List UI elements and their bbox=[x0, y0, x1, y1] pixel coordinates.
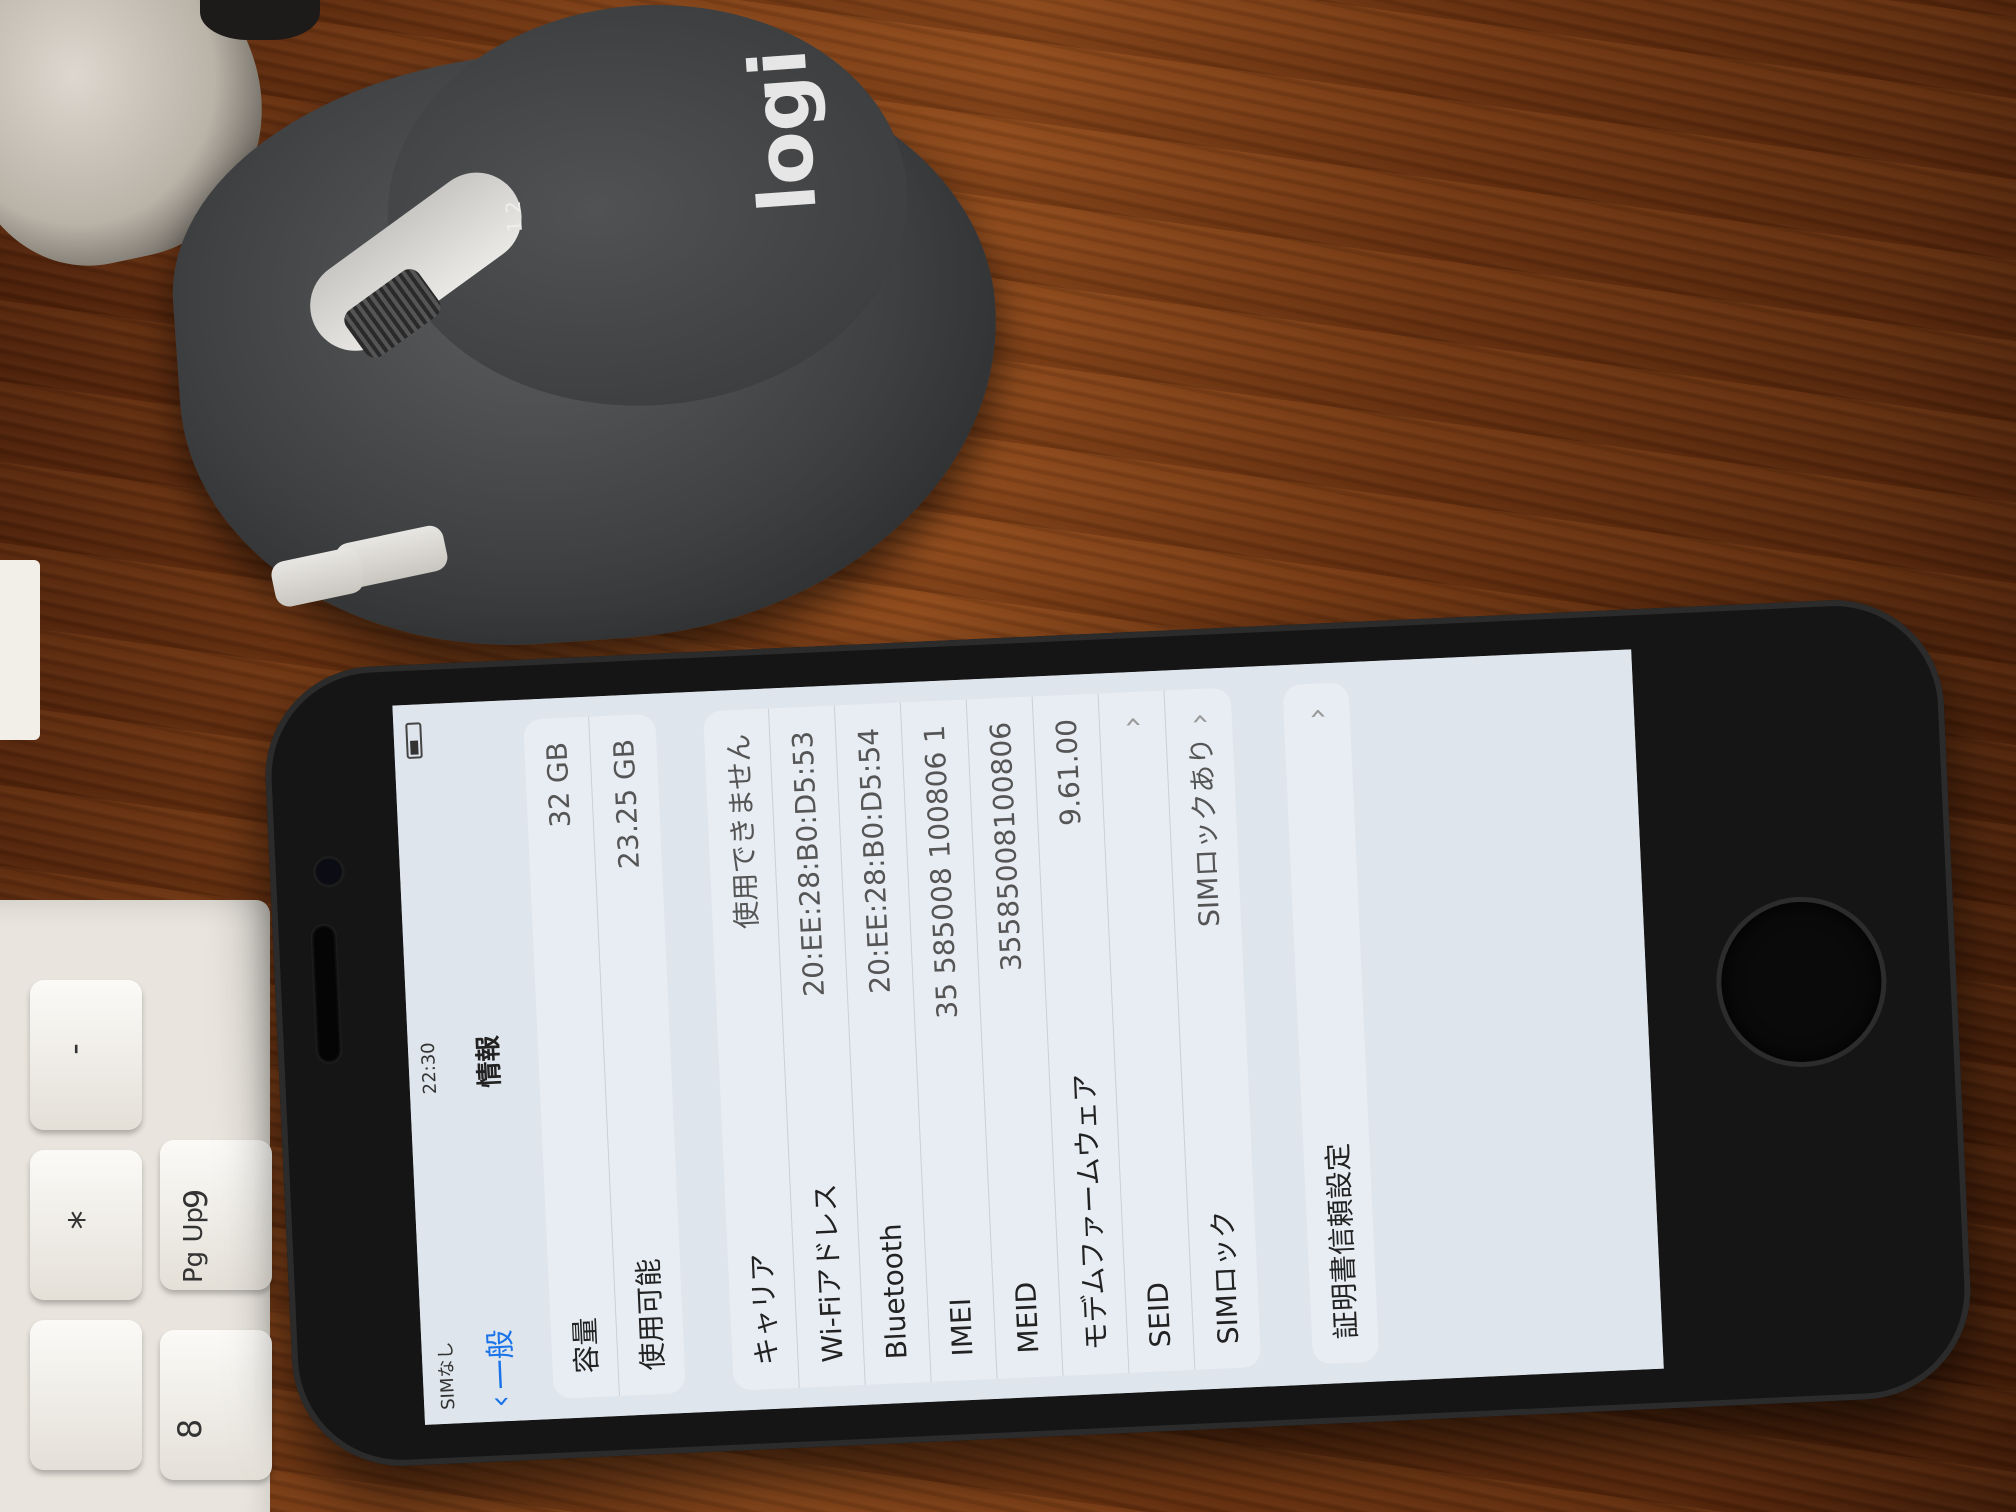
network-group: キャリア 使用できません Wi-Fiアドレス 20:EE:28:B0:D5:53… bbox=[702, 687, 1262, 1391]
row-value: 20:EE:28:B0:D5:54 bbox=[851, 727, 897, 995]
row-label: 証明書信頼設定 bbox=[1321, 1142, 1364, 1340]
chevron-right-icon: › bbox=[1298, 706, 1335, 721]
key-pgup: 9 Pg Up bbox=[160, 1140, 272, 1290]
key-label: * bbox=[61, 1210, 106, 1230]
row-value: SIMロックあり bbox=[1184, 736, 1227, 928]
front-camera bbox=[315, 858, 343, 886]
row-label: Wi-Fiアドレス bbox=[808, 1182, 850, 1364]
key-blank bbox=[30, 1320, 142, 1470]
chevron-right-icon: › bbox=[1181, 712, 1217, 726]
row-value: 35 585008 100806 1 bbox=[917, 724, 965, 1020]
phone-screen: SIMなし 22:30 ‹ 一般 情報 容量 32 GB 使用可能 23.25 bbox=[392, 649, 1664, 1425]
easy-switch-label: 1 2 bbox=[500, 200, 527, 234]
key-8: 8 bbox=[160, 1330, 272, 1480]
chevron-right-icon: › bbox=[1114, 715, 1151, 729]
row-value: 使用できません bbox=[721, 733, 764, 930]
row-value: 23.25 GB bbox=[606, 738, 646, 870]
key-label: - bbox=[54, 1043, 93, 1055]
key-label: 8 bbox=[171, 1418, 210, 1440]
certificate-group: 証明書信頼設定 › bbox=[1282, 682, 1380, 1365]
row-value: 35585008100806 bbox=[983, 721, 1029, 972]
page-title: 情報 bbox=[473, 1034, 506, 1089]
earpiece-speaker bbox=[310, 923, 343, 1065]
row-label: 使用可能 bbox=[631, 1257, 670, 1372]
row-label: SEID bbox=[1141, 1281, 1178, 1349]
carrier-label: SIMなし bbox=[435, 1341, 460, 1411]
row-value: 32 GB bbox=[540, 741, 578, 829]
logitech-mouse: logi 1 2 bbox=[153, 0, 1017, 668]
key-asterisk: * bbox=[30, 1150, 142, 1300]
iphone: SIMなし 22:30 ‹ 一般 情報 容量 32 GB 使用可能 23.25 bbox=[260, 595, 1976, 1471]
row-label: 容量 bbox=[567, 1316, 604, 1375]
paper-edge bbox=[0, 560, 40, 740]
row-label: MEID bbox=[1009, 1281, 1046, 1355]
home-button[interactable] bbox=[1717, 898, 1885, 1066]
keyboard: - * 9 Pg Up 8 bbox=[0, 900, 272, 1512]
row-label: SIMロック bbox=[1206, 1209, 1246, 1346]
row-value: 9.61.00 bbox=[1049, 718, 1088, 827]
row-label: モデムファームウェア bbox=[1067, 1072, 1113, 1352]
key-label: Pg Up bbox=[178, 1207, 209, 1283]
row-certificate-trust[interactable]: 証明書信頼設定 › bbox=[1282, 682, 1379, 1364]
row-label: Bluetooth bbox=[874, 1222, 914, 1361]
logi-logo: logi bbox=[733, 46, 835, 216]
clock: 22:30 bbox=[417, 1041, 442, 1095]
key-minus: - bbox=[30, 980, 142, 1130]
settings-about-screen: SIMなし 22:30 ‹ 一般 情報 容量 32 GB 使用可能 23.25 bbox=[392, 649, 1664, 1425]
row-label: キャリア bbox=[745, 1252, 784, 1367]
row-value: 20:EE:28:B0:D5:53 bbox=[785, 730, 832, 998]
row-label: IMEI bbox=[943, 1297, 980, 1358]
storage-group: 容量 32 GB 使用可能 23.25 GB bbox=[523, 713, 686, 1399]
battery-icon bbox=[405, 722, 423, 759]
